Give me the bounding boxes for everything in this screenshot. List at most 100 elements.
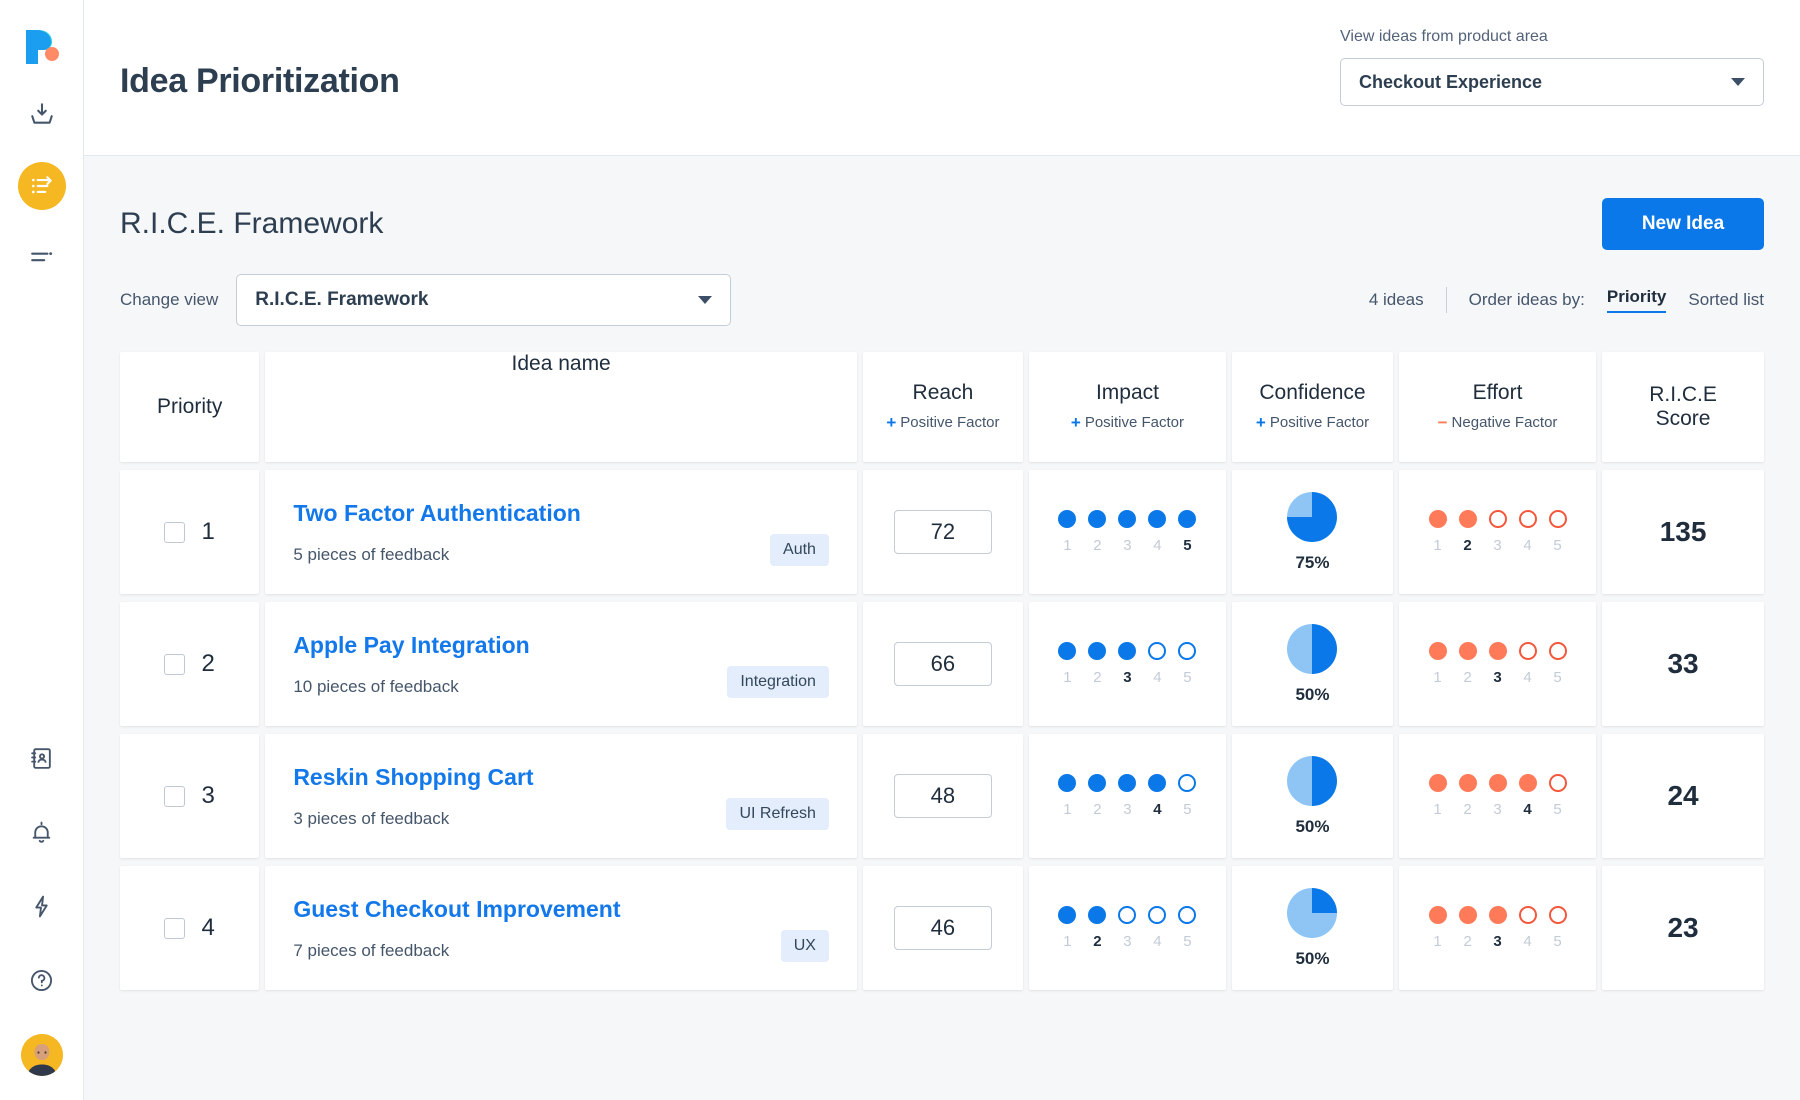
effort-dot-5[interactable] (1549, 906, 1567, 924)
idea-name-link[interactable]: Two Factor Authentication (293, 500, 581, 527)
effort-scale[interactable]: 12345 (1429, 906, 1567, 950)
impact-dot-4[interactable] (1148, 906, 1166, 924)
effort-dot-2[interactable] (1459, 510, 1477, 528)
product-area-select[interactable]: Checkout Experience (1340, 58, 1764, 106)
effort-dot-5[interactable] (1549, 510, 1567, 528)
effort-scale[interactable]: 12345 (1429, 510, 1567, 554)
effort-dot-2[interactable] (1459, 906, 1477, 924)
effort-scale-label-4: 4 (1519, 537, 1537, 554)
reach-input[interactable]: 66 (894, 642, 992, 686)
impact-dot-3[interactable] (1118, 510, 1136, 528)
plus-icon: + (1071, 413, 1081, 433)
impact-scale[interactable]: 12345 (1058, 642, 1196, 686)
new-idea-button[interactable]: New Idea (1602, 198, 1764, 250)
order-by-priority-tab[interactable]: Priority (1607, 287, 1667, 313)
inbox-download-icon[interactable] (20, 92, 64, 136)
impact-dot-2[interactable] (1088, 774, 1106, 792)
impact-scale-label-5: 5 (1178, 933, 1196, 950)
confidence-percent: 50% (1295, 949, 1329, 969)
impact-dot-5[interactable] (1178, 906, 1196, 924)
impact-dot-3[interactable] (1118, 906, 1136, 924)
reach-input[interactable]: 72 (894, 510, 992, 554)
effort-dot-1[interactable] (1429, 642, 1447, 660)
impact-dot-5[interactable] (1178, 774, 1196, 792)
impact-scale[interactable]: 12345 (1058, 906, 1196, 950)
row-select-checkbox[interactable] (164, 522, 185, 543)
product-logo-icon[interactable] (24, 28, 60, 66)
confidence-pie-chart[interactable] (1287, 756, 1337, 806)
impact-scale[interactable]: 12345 (1058, 774, 1196, 818)
impact-dot-3[interactable] (1118, 642, 1136, 660)
confidence-pie-chart[interactable] (1287, 492, 1337, 542)
impact-dot-2[interactable] (1088, 642, 1106, 660)
confidence-pie-chart[interactable] (1287, 888, 1337, 938)
effort-dot-2[interactable] (1459, 642, 1477, 660)
effort-dot-5[interactable] (1549, 642, 1567, 660)
row-select-checkbox[interactable] (164, 654, 185, 675)
effort-scale-label-5: 5 (1549, 801, 1567, 818)
idea-name-inner: Guest Checkout Improvement7 pieces of fe… (293, 896, 829, 961)
prioritization-list-icon[interactable] (20, 236, 64, 280)
impact-dot-1[interactable] (1058, 642, 1076, 660)
idea-tag[interactable]: UI Refresh (726, 798, 828, 830)
reach-input[interactable]: 48 (894, 774, 992, 818)
effort-dot-4[interactable] (1519, 510, 1537, 528)
effort-dot-4[interactable] (1519, 642, 1537, 660)
change-view-select[interactable]: R.I.C.E. Framework (236, 274, 731, 326)
impact-cell: 12345 (1029, 602, 1226, 726)
user-avatar[interactable] (21, 1034, 63, 1076)
idea-name-link[interactable]: Reskin Shopping Cart (293, 764, 533, 791)
impact-dot-2[interactable] (1088, 906, 1106, 924)
impact-dot-5[interactable] (1178, 510, 1196, 528)
header-title: Idea name (512, 352, 611, 376)
view-toolbar: Change view R.I.C.E. Framework 4 ideas O… (120, 274, 1764, 326)
priority-number: 4 (201, 914, 214, 942)
confidence-percent: 50% (1295, 817, 1329, 837)
reach-input[interactable]: 46 (894, 906, 992, 950)
impact-dot-4[interactable] (1148, 774, 1166, 792)
effort-dot-1[interactable] (1429, 774, 1447, 792)
impact-dot-3[interactable] (1118, 774, 1136, 792)
impact-dot-4[interactable] (1148, 510, 1166, 528)
impact-dot-1[interactable] (1058, 906, 1076, 924)
effort-dot-4[interactable] (1519, 774, 1537, 792)
effort-dot-1[interactable] (1429, 510, 1447, 528)
impact-scale[interactable]: 12345 (1058, 510, 1196, 554)
effort-dot-5[interactable] (1549, 774, 1567, 792)
help-circle-icon[interactable] (20, 958, 64, 1002)
effort-dot-1[interactable] (1429, 906, 1447, 924)
row-select-checkbox[interactable] (164, 918, 185, 939)
bell-icon[interactable] (20, 810, 64, 854)
impact-dot-1[interactable] (1058, 510, 1076, 528)
idea-tag[interactable]: UX (781, 930, 829, 962)
effort-dot-3[interactable] (1489, 510, 1507, 528)
table-row[interactable]: 4 Guest Checkout Improvement7 pieces of f… (120, 866, 1764, 990)
impact-dot-5[interactable] (1178, 642, 1196, 660)
order-by-sorted-list-tab[interactable]: Sorted list (1688, 290, 1764, 310)
table-row[interactable]: 3Reskin Shopping Cart3 pieces of feedbac… (120, 734, 1764, 858)
impact-dot-1[interactable] (1058, 774, 1076, 792)
table-row[interactable]: 2Apple Pay Integration10 pieces of feedb… (120, 602, 1764, 726)
confidence-pie-chart[interactable] (1287, 624, 1337, 674)
effort-dot-3[interactable] (1489, 642, 1507, 660)
ideas-list-icon[interactable] (18, 162, 66, 210)
effort-scale[interactable]: 12345 (1429, 774, 1567, 818)
impact-dot-2[interactable] (1088, 510, 1106, 528)
idea-name-link[interactable]: Guest Checkout Improvement (293, 896, 620, 923)
impact-scale-label-4: 4 (1148, 933, 1166, 950)
effort-dot-4[interactable] (1519, 906, 1537, 924)
idea-tag[interactable]: Auth (770, 534, 829, 566)
effort-dot-3[interactable] (1489, 774, 1507, 792)
idea-tag[interactable]: Integration (727, 666, 829, 698)
table-row[interactable]: 1Two Factor Authentication5 pieces of fe… (120, 470, 1764, 594)
row-select-checkbox[interactable] (164, 786, 185, 807)
impact-dot-4[interactable] (1148, 642, 1166, 660)
contacts-book-icon[interactable] (20, 736, 64, 780)
lightning-icon[interactable] (20, 884, 64, 928)
effort-dot-3[interactable] (1489, 906, 1507, 924)
effort-scale[interactable]: 12345 (1429, 642, 1567, 686)
effort-scale-label-4: 4 (1519, 801, 1537, 818)
effort-scale-label-5: 5 (1549, 537, 1567, 554)
effort-dot-2[interactable] (1459, 774, 1477, 792)
idea-name-link[interactable]: Apple Pay Integration (293, 632, 529, 659)
